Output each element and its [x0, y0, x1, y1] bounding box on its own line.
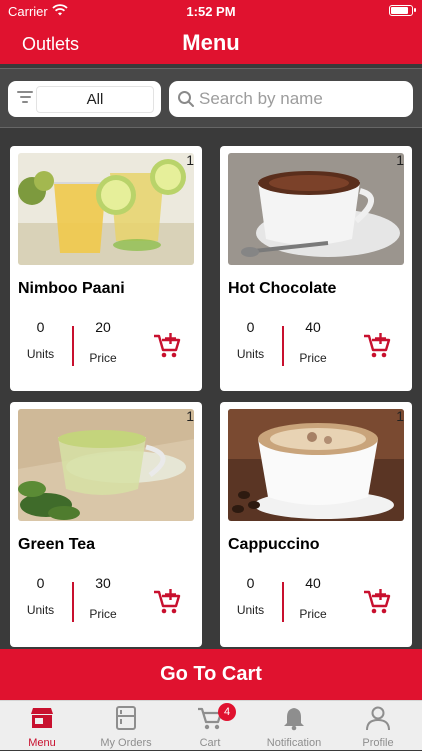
units-label: Units	[26, 603, 55, 617]
tab-bar: Menu My Orders 4 Cart Notification Profi…	[0, 700, 422, 750]
filter-bar: All	[0, 68, 422, 128]
units-label: Units	[236, 603, 265, 617]
green-tea-photo	[18, 409, 194, 521]
price-value: 40	[305, 575, 321, 591]
tab-cart[interactable]: 4 Cart	[168, 701, 252, 751]
price-label: Price	[89, 351, 117, 365]
units-label: Units	[26, 347, 55, 361]
cappuccino-photo	[228, 409, 404, 521]
nav-bar: Outlets Menu	[0, 22, 422, 64]
lemonade-photo	[18, 153, 194, 265]
item-name: Nimboo Paani	[18, 280, 125, 297]
item-name: Cappuccino	[228, 536, 320, 553]
divider	[282, 326, 284, 366]
units-value: 0	[36, 319, 45, 335]
item-name: Green Tea	[18, 536, 96, 553]
tab-profile[interactable]: Profile	[336, 701, 420, 751]
cart-count-badge: 4	[218, 703, 236, 721]
menu-card[interactable]: 1 Green Tea 0 Units 30 Price	[10, 402, 202, 647]
menu-card[interactable]: 1 Hot Chocolate 0 Units 40 Price	[220, 146, 412, 391]
price-label: Price	[299, 351, 327, 365]
item-index: 1	[186, 408, 194, 424]
price-label: Price	[89, 607, 117, 621]
filter-icon[interactable]	[16, 91, 34, 107]
search-box[interactable]	[169, 81, 413, 117]
search-icon	[178, 91, 194, 107]
search-input[interactable]	[199, 87, 404, 111]
add-to-cart-icon[interactable]	[153, 332, 181, 360]
orders-icon	[116, 706, 136, 730]
tab-label: Menu	[28, 737, 56, 749]
divider	[72, 326, 74, 366]
add-to-cart-icon[interactable]	[363, 332, 391, 360]
units-label: Units	[236, 347, 265, 361]
tab-label: Profile	[362, 737, 394, 749]
units-value: 0	[246, 575, 255, 591]
item-index: 1	[186, 152, 194, 168]
page-title: Menu	[182, 30, 240, 55]
clock: 1:52 PM	[186, 4, 236, 19]
category-filter[interactable]: All	[8, 81, 161, 117]
price-value: 30	[95, 575, 111, 591]
item-index: 1	[396, 152, 404, 168]
tab-notification[interactable]: Notification	[252, 701, 336, 751]
units-value: 0	[36, 575, 45, 591]
tab-label: Cart	[199, 737, 221, 749]
units-value: 0	[246, 319, 255, 335]
tab-label: My Orders	[100, 737, 152, 749]
tab-my-orders[interactable]: My Orders	[84, 701, 168, 751]
store-icon	[31, 708, 53, 728]
divider	[72, 582, 74, 622]
tab-label: Notification	[266, 737, 322, 749]
menu-grid: 1 Nimboo Paani 0 Units 20 Price 1 Hot Ch…	[0, 129, 422, 649]
battery-icon	[389, 5, 416, 16]
status-bar: Carrier 1:52 PM	[0, 0, 422, 22]
tab-menu[interactable]: Menu	[0, 701, 84, 751]
divider	[282, 582, 284, 622]
person-icon	[366, 706, 390, 731]
add-to-cart-icon[interactable]	[153, 588, 181, 616]
category-select[interactable]: All	[36, 86, 154, 113]
item-name: Hot Chocolate	[228, 280, 337, 297]
item-index: 1	[396, 408, 404, 424]
hot-chocolate-photo	[228, 153, 404, 265]
price-value: 40	[305, 319, 321, 335]
menu-card[interactable]: 1 Nimboo Paani 0 Units 20 Price	[10, 146, 202, 391]
bell-icon	[284, 708, 304, 731]
price-value: 20	[95, 319, 111, 335]
add-to-cart-icon[interactable]	[363, 588, 391, 616]
menu-card[interactable]: 1 Cappuccino 0 Units 40 Price	[220, 402, 412, 647]
price-label: Price	[299, 607, 327, 621]
go-to-cart-button[interactable]: Go To Cart	[0, 649, 422, 700]
